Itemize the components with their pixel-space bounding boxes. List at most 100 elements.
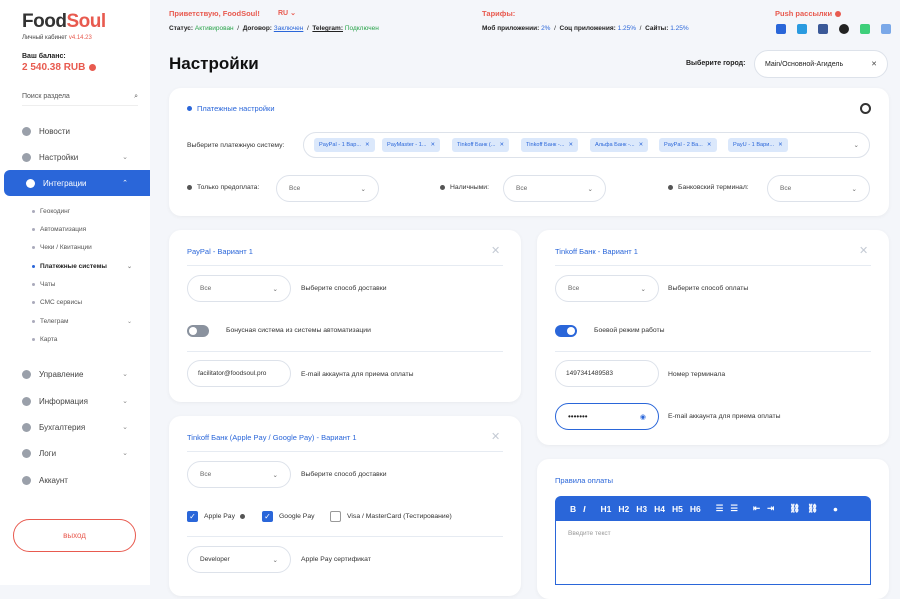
management-icon — [22, 369, 31, 379]
paypal-delivery-select[interactable]: Все ⌄ — [187, 275, 291, 302]
sidebar-item-news[interactable]: Новости — [0, 118, 150, 144]
subnav-chats[interactable]: Чаты — [32, 281, 132, 288]
numbered-list-icon[interactable]: ☰ — [730, 503, 738, 514]
system-label: Выберите платежную систему: — [187, 142, 285, 149]
chevron-down-icon: ⌄ — [853, 142, 859, 149]
tinkoff-payment-select[interactable]: Все ⌄ — [555, 275, 659, 302]
chevron-down-icon: ⌄ — [122, 398, 128, 405]
chevron-down-icon: ⌄ — [272, 556, 278, 564]
sidebar-item-integrations[interactable]: Интеграции ⌃ — [4, 170, 150, 196]
chip-alfa[interactable]: Альфа Банк -... ✕ — [590, 138, 649, 152]
tariffs-title: Тарифы: — [482, 9, 516, 18]
close-icon[interactable]: ✕ — [491, 430, 500, 443]
h6-button[interactable]: H6 — [690, 504, 701, 514]
close-icon: ✕ — [638, 142, 644, 148]
account-icon — [22, 475, 31, 485]
balance-label: Ваш баланс: — [22, 53, 66, 60]
vk-icon[interactable] — [776, 24, 786, 34]
visa-label: Visa / MasterCard (Тестирование) — [347, 513, 452, 520]
subnav-map[interactable]: Карта — [32, 336, 132, 343]
sidebar-item-logs[interactable]: Логи ⌄ — [0, 440, 150, 466]
google-play-icon[interactable] — [860, 24, 870, 34]
italic-button[interactable]: I — [583, 504, 585, 514]
chevron-down-icon: ⌄ — [640, 285, 646, 293]
sidebar-item-accounting[interactable]: Бухгалтерия ⌄ — [0, 414, 150, 440]
subnav-payment-systems[interactable]: Платежные системы ⌄ — [32, 263, 132, 270]
chip-paymaster[interactable]: PayMaster - 1... ✕ — [382, 138, 441, 152]
chevron-down-icon: ⌄ — [587, 185, 593, 193]
bullet-list-icon[interactable]: ☰ — [716, 503, 724, 514]
bold-button[interactable]: B — [570, 504, 576, 514]
facebook-icon[interactable] — [818, 24, 828, 34]
chip-paypal-2[interactable]: PayPal - 2 Ва... ✕ — [659, 138, 717, 152]
close-icon[interactable]: ✕ — [859, 244, 868, 257]
sidebar-item-management[interactable]: Управление ⌄ — [0, 361, 150, 387]
accounting-icon — [22, 422, 31, 432]
city-label: Выберите город: — [686, 60, 746, 67]
rules-title: Правила оплаты — [555, 476, 613, 485]
exit-button[interactable]: выход — [13, 519, 136, 552]
language-select[interactable]: RU ⌄ — [278, 9, 296, 17]
desktop-icon[interactable] — [881, 24, 891, 34]
chevron-down-icon: ⌄ — [122, 424, 128, 431]
sidebar-item-settings[interactable]: Настройки ⌄ — [0, 144, 150, 170]
outdent-icon[interactable]: ⇤ — [753, 503, 760, 514]
chevron-down-icon: ⌄ — [126, 319, 132, 325]
subnav-receipts[interactable]: Чеки / Квитанции — [32, 244, 132, 251]
cash-select[interactable]: Все ⌄ — [503, 175, 606, 202]
combat-mode-toggle[interactable] — [555, 325, 577, 337]
chip-paypal-1[interactable]: PayPal - 1 Вар... ✕ — [314, 138, 375, 152]
push-title[interactable]: Push рассылки — [775, 9, 842, 18]
subnav-geocoding[interactable]: Геокодинг — [32, 208, 132, 215]
telegram-icon[interactable] — [797, 24, 807, 34]
chevron-down-icon: ⌄ — [360, 185, 366, 193]
sidebar-item-information[interactable]: Информация ⌄ — [0, 388, 150, 414]
tinkoff-email-label: E-mail аккаунта для приема оплаты — [668, 413, 781, 420]
chip-payu[interactable]: PayU - 1 Вари... ✕ — [728, 138, 788, 152]
paypal-email-field[interactable]: facilitator@foodsoul.pro — [187, 360, 291, 387]
sidebar-item-account[interactable]: Аккаунт — [0, 467, 150, 493]
h5-button[interactable]: H5 — [672, 504, 683, 514]
editor-toolbar: B I H1 H2 H3 H4 H5 H6 ☰ ☰ ⇤ ⇥ ⛓ ⛓ ● — [555, 496, 871, 521]
h1-button[interactable]: H1 — [601, 504, 612, 514]
tinkoff-password-field[interactable]: ••••••• ◉ — [555, 403, 659, 430]
logo[interactable]: FoodSoul — [22, 11, 106, 33]
tinkoff-title: Tinkoff Банк - Вариант 1 — [555, 247, 638, 256]
subnav-telegram[interactable]: Телеграм ⌄ — [32, 318, 132, 325]
paypal-title: PayPal - Вариант 1 — [187, 247, 253, 256]
chip-tinkoff[interactable]: Tinkoff Банк -... ✕ — [521, 138, 579, 152]
apple-cert-select[interactable]: Developer ⌄ — [187, 546, 291, 573]
subnav-automation[interactable]: Автоматизация — [32, 226, 132, 233]
close-icon: ✕ — [778, 142, 783, 148]
google-pay-label: Google Pay — [279, 513, 315, 520]
search-icon[interactable]: ⌕ — [134, 93, 138, 101]
subnav-sms[interactable]: СМС сервисы — [32, 299, 132, 306]
city-select[interactable]: Main/Основной-Агидель ✕ — [754, 50, 888, 78]
close-icon[interactable]: ✕ — [491, 244, 500, 257]
bonus-toggle[interactable] — [187, 325, 209, 337]
apple-icon[interactable] — [839, 24, 849, 34]
refresh-icon[interactable] — [860, 103, 871, 114]
link-icon[interactable]: ⛓ — [789, 503, 800, 514]
h3-button[interactable]: H3 — [636, 504, 647, 514]
search-input[interactable]: Поиск раздела ⌕ — [22, 88, 138, 106]
contract-link[interactable]: Заключен — [274, 25, 304, 32]
terminal-select[interactable]: Все ⌄ — [767, 175, 870, 202]
balance-value: 2 540.38 RUB — [22, 62, 97, 73]
indent-icon[interactable]: ⇥ — [767, 503, 774, 514]
prepay-select[interactable]: Все ⌄ — [276, 175, 379, 202]
unlink-icon[interactable]: ⛓ — [807, 503, 818, 514]
chevron-down-icon: ⌄ — [272, 285, 278, 293]
terminal-number-label: Номер терминала — [668, 371, 726, 378]
h4-button[interactable]: H4 — [654, 504, 665, 514]
apple-pay-checkbox[interactable]: ✓ — [187, 511, 198, 522]
info-icon[interactable] — [89, 64, 97, 71]
google-pay-checkbox[interactable]: ✓ — [262, 511, 273, 522]
info-icon[interactable]: ● — [833, 504, 838, 514]
h2-button[interactable]: H2 — [618, 504, 629, 514]
chip-tinkoff-apple[interactable]: Tinkoff Банк (... ✕ — [452, 138, 510, 152]
rules-editor[interactable]: Введите текст — [555, 521, 871, 585]
visa-checkbox[interactable] — [330, 511, 341, 522]
tinkoff-apple-delivery-select[interactable]: Все ⌄ — [187, 461, 291, 488]
terminal-number-field[interactable]: 1497341489583 — [555, 360, 659, 387]
